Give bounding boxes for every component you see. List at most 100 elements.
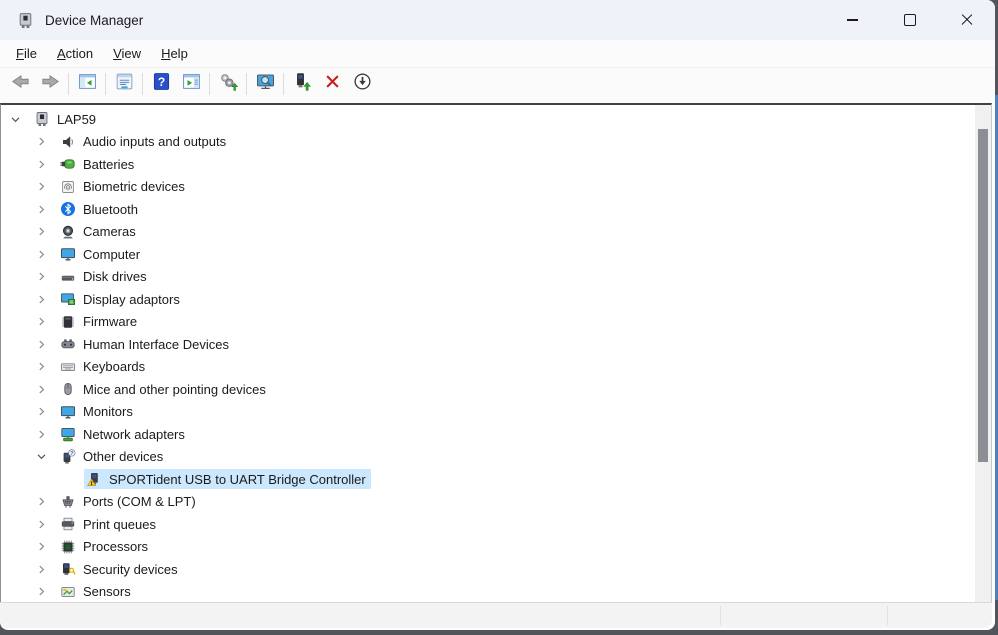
tree-item-bluetooth[interactable]: Bluetooth: [1, 198, 975, 221]
chevron-right-icon[interactable]: [33, 269, 49, 285]
tree-item-keyboards[interactable]: Keyboards: [1, 356, 975, 379]
tree-item-content[interactable]: Bluetooth: [58, 199, 143, 219]
tree-item-batteries[interactable]: Batteries: [1, 153, 975, 176]
scan-hardware-changes-button[interactable]: [213, 70, 243, 97]
tree-item-content[interactable]: Monitors: [58, 402, 138, 422]
back-button[interactable]: [5, 70, 35, 97]
tree-item-content[interactable]: Sensors: [58, 582, 136, 602]
device-manager-icon: [17, 12, 34, 29]
disable-device-icon: [352, 71, 373, 97]
tree-item-content[interactable]: Mice and other pointing devices: [58, 379, 271, 399]
maximize-icon: [904, 14, 916, 26]
tree-item-content[interactable]: LAP59: [32, 109, 101, 129]
monitor-icon: [60, 246, 76, 262]
tree-item-label: Print queues: [83, 517, 156, 532]
update-driver-button[interactable]: [287, 70, 317, 97]
hid-icon: [60, 336, 76, 352]
tree-item-human-interface-devices[interactable]: Human Interface Devices: [1, 333, 975, 356]
menu-file[interactable]: File: [6, 43, 47, 64]
menu-action[interactable]: Action: [47, 43, 103, 64]
tree-item-content[interactable]: Cameras: [58, 222, 141, 242]
desktop: { "titlebar": { "title": "Device Manager…: [0, 0, 998, 635]
chevron-right-icon[interactable]: [33, 584, 49, 600]
tree-item-ports-com-lpt[interactable]: Ports (COM & LPT): [1, 491, 975, 514]
tree-item-content[interactable]: Biometric devices: [58, 177, 190, 197]
close-button[interactable]: [938, 0, 995, 40]
tree-item-processors[interactable]: Processors: [1, 536, 975, 559]
chevron-right-icon[interactable]: [33, 381, 49, 397]
forward-button[interactable]: [35, 70, 65, 97]
tree-item-biometric-devices[interactable]: Biometric devices: [1, 176, 975, 199]
chevron-right-icon[interactable]: [33, 179, 49, 195]
chevron-down-icon[interactable]: [7, 111, 23, 127]
chevron-right-icon[interactable]: [33, 201, 49, 217]
tree-item-lap59[interactable]: LAP59: [1, 108, 975, 131]
tree-item-print-queues[interactable]: Print queues: [1, 513, 975, 536]
chevron-right-icon[interactable]: [33, 224, 49, 240]
chevron-right-icon[interactable]: [33, 314, 49, 330]
toolbar: ?: [0, 68, 995, 99]
maximize-button[interactable]: [881, 0, 938, 40]
tree-item-computer[interactable]: Computer: [1, 243, 975, 266]
chevron-right-icon[interactable]: [33, 561, 49, 577]
chevron-right-icon[interactable]: [33, 134, 49, 150]
menu-view[interactable]: View: [103, 43, 151, 64]
tree-item-monitors[interactable]: Monitors: [1, 401, 975, 424]
tree-item-content[interactable]: Security devices: [58, 559, 183, 579]
show-console-tree-button[interactable]: [72, 70, 102, 97]
tree-item-content[interactable]: Firmware: [58, 312, 142, 332]
menu-help[interactable]: Help: [151, 43, 198, 64]
chevron-down-icon[interactable]: [33, 449, 49, 465]
chevron-right-icon[interactable]: [33, 246, 49, 262]
tree-item-content[interactable]: Ports (COM & LPT): [58, 492, 201, 512]
tree-item-content[interactable]: Network adapters: [58, 424, 190, 444]
chevron-right-icon[interactable]: [33, 539, 49, 555]
scrollbar-thumb[interactable]: [978, 129, 988, 462]
window-title: Device Manager: [45, 13, 143, 28]
tree-item-content[interactable]: ?Other devices: [58, 447, 168, 467]
tree-item-content[interactable]: SPORTident USB to UART Bridge Controller: [84, 469, 371, 489]
tree-item-content[interactable]: Processors: [58, 537, 153, 557]
chevron-right-icon[interactable]: [33, 404, 49, 420]
tree-item-content[interactable]: Human Interface Devices: [58, 334, 234, 354]
action-pane-button[interactable]: [176, 70, 206, 97]
window-controls: [824, 0, 995, 40]
toolbar-separator: [283, 73, 284, 95]
chevron-right-icon[interactable]: [33, 359, 49, 375]
chevron-right-icon[interactable]: [33, 426, 49, 442]
properties-button[interactable]: [109, 70, 139, 97]
chevron-right-icon[interactable]: [33, 516, 49, 532]
uninstall-device-icon: [322, 71, 343, 97]
tree-item-label: Sensors: [83, 584, 131, 599]
tree-item-other-devices[interactable]: ?Other devices: [1, 446, 975, 469]
disable-device-button[interactable]: [347, 70, 377, 97]
tree-item-network-adapters[interactable]: Network adapters: [1, 423, 975, 446]
speaker-icon: [60, 134, 76, 150]
tree-item-audio-inputs-and-outputs[interactable]: Audio inputs and outputs: [1, 131, 975, 154]
minimize-button[interactable]: [824, 0, 881, 40]
chevron-right-icon[interactable]: [33, 291, 49, 307]
vertical-scrollbar[interactable]: [975, 105, 991, 603]
tree-item-display-adaptors[interactable]: Display adaptors: [1, 288, 975, 311]
chevron-right-icon[interactable]: [33, 336, 49, 352]
tree-item-content[interactable]: Keyboards: [58, 357, 150, 377]
tree-item-sportident-usb-to-uart-bridge-controller[interactable]: SPORTident USB to UART Bridge Controller: [1, 468, 975, 491]
tree-item-content[interactable]: Batteries: [58, 154, 139, 174]
uninstall-device-button[interactable]: [317, 70, 347, 97]
tree-item-content[interactable]: Print queues: [58, 514, 161, 534]
tree-item-mice-and-other-pointing-devices[interactable]: Mice and other pointing devices: [1, 378, 975, 401]
remote-computer-button[interactable]: [250, 70, 280, 97]
help-button[interactable]: ?: [146, 70, 176, 97]
tree-item-content[interactable]: Audio inputs and outputs: [58, 132, 231, 152]
tree-item-sensors[interactable]: Sensors: [1, 581, 975, 604]
tree-item-content[interactable]: Disk drives: [58, 267, 152, 287]
tree-item-security-devices[interactable]: Security devices: [1, 558, 975, 581]
tree-item-content[interactable]: Display adaptors: [58, 289, 185, 309]
tree-item-cameras[interactable]: Cameras: [1, 221, 975, 244]
chevron-right-icon[interactable]: [33, 156, 49, 172]
tree-item-firmware[interactable]: Firmware: [1, 311, 975, 334]
tree-item-content[interactable]: Computer: [58, 244, 145, 264]
back-icon: [10, 71, 31, 97]
tree-item-disk-drives[interactable]: Disk drives: [1, 266, 975, 289]
chevron-right-icon[interactable]: [33, 494, 49, 510]
